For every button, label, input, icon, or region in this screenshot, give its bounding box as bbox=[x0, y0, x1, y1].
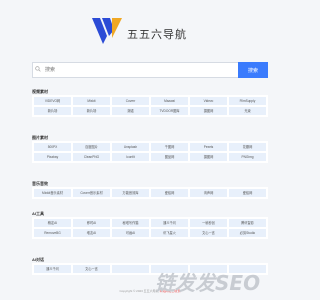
link-cell[interactable]: TVDOOR图库 bbox=[151, 107, 188, 115]
link-cell[interactable]: 新片场 bbox=[73, 107, 110, 115]
link-cell[interactable]: Coverr音乐素材 bbox=[73, 189, 110, 197]
section-title: 图片素材 bbox=[32, 135, 48, 140]
link-cell[interactable]: 爱给网 bbox=[229, 189, 266, 197]
site-title[interactable]: 五五六导航 bbox=[127, 26, 187, 42]
link-cell[interactable]: 秘塔写作猫 bbox=[112, 219, 149, 227]
watermark-logo: 链发发SEO bbox=[155, 271, 260, 295]
site-logo-icon[interactable] bbox=[92, 16, 122, 46]
header: 五五六导航 bbox=[0, 0, 300, 58]
link-cell[interactable]: 文心一言 bbox=[73, 265, 110, 273]
link-cell[interactable]: 讯飞星火 bbox=[151, 229, 188, 237]
section-ai-tools: AI工具 稿定AI 即时AI 秘塔写作猫 通义千问 一帧秒创 腾讯智影 Remo… bbox=[32, 210, 268, 239]
section-title: 音乐音效 bbox=[32, 181, 48, 186]
link-cell[interactable]: VIDEVO网 bbox=[34, 97, 71, 105]
link-cell[interactable]: Pixabay bbox=[34, 153, 71, 161]
link-cell[interactable]: 必剪Studio bbox=[229, 229, 266, 237]
link-cell[interactable]: 万能音效库 bbox=[112, 189, 149, 197]
watermark-text: 链发发SEO bbox=[155, 271, 260, 295]
link-cell[interactable]: 千图网 bbox=[151, 143, 188, 151]
link-cell[interactable]: Iconfit bbox=[112, 153, 149, 161]
link-cell[interactable]: CleanPNG bbox=[73, 153, 110, 161]
footer-copyright: Copyright © 2023 五五六导航 bbox=[119, 289, 159, 293]
link-cell[interactable]: 可画AI bbox=[112, 229, 149, 237]
link-cell[interactable]: Videvo bbox=[190, 97, 227, 105]
link-cell[interactable] bbox=[112, 265, 149, 273]
link-cell[interactable]: 光束 bbox=[229, 107, 266, 115]
link-cell[interactable]: 一帧秒创 bbox=[190, 219, 227, 227]
section-music-sfx: 音乐音效 Mixkit音乐素材 Coverr音乐素材 万能音效库 爱给网 淘声网… bbox=[32, 180, 268, 199]
link-cell[interactable]: 摄图网 bbox=[190, 107, 227, 115]
link-cell[interactable]: 即时AI bbox=[73, 219, 110, 227]
link-cell[interactable]: 腾讯智影 bbox=[229, 219, 266, 227]
section-video-assets: 视频素材 VIDEVO网 Mixkit Coverr Mazwai Videvo… bbox=[32, 88, 268, 117]
link-cell[interactable]: 花瓣网 bbox=[229, 143, 266, 151]
link-cell[interactable]: Mixkit bbox=[73, 97, 110, 105]
link-cell[interactable]: 摄图网 bbox=[190, 153, 227, 161]
link-cell[interactable]: PNGimg bbox=[229, 153, 266, 161]
link-cell[interactable]: 新片场 bbox=[34, 107, 71, 115]
link-cell[interactable]: Pexels bbox=[190, 143, 227, 151]
section-title: AI工具 bbox=[32, 211, 44, 216]
link-cell[interactable]: 潮诺 bbox=[112, 107, 149, 115]
search-icon bbox=[35, 66, 41, 72]
link-cell[interactable]: Coverr bbox=[112, 97, 149, 105]
link-cell[interactable]: 百度图片 bbox=[73, 143, 110, 151]
section-title: 视频素材 bbox=[32, 89, 48, 94]
section-title: AI对话 bbox=[32, 257, 44, 262]
link-cell[interactable]: 爱给网 bbox=[151, 189, 188, 197]
link-cell[interactable]: Mixkit音乐素材 bbox=[34, 189, 71, 197]
link-cell[interactable]: RemoveBG bbox=[34, 229, 71, 237]
link-cell[interactable]: 淘声网 bbox=[190, 189, 227, 197]
link-cell[interactable]: 稿定AI bbox=[34, 219, 71, 227]
search-button[interactable]: 搜索 bbox=[238, 62, 268, 78]
link-cell[interactable]: 堆友AI bbox=[73, 229, 110, 237]
link-cell[interactable]: FilmSupply bbox=[229, 97, 266, 105]
link-cell[interactable]: 通义千问 bbox=[151, 219, 188, 227]
link-cell[interactable]: Mazwai bbox=[151, 97, 188, 105]
link-cell[interactable]: Unsplash bbox=[112, 143, 149, 151]
link-cell[interactable]: 通义千问 bbox=[34, 265, 71, 273]
link-cell[interactable]: 500PX bbox=[34, 143, 71, 151]
link-cell[interactable]: 图品网 bbox=[151, 153, 188, 161]
section-image-assets: 图片素材 500PX 百度图片 Unsplash 千图网 Pexels 花瓣网 … bbox=[32, 134, 268, 163]
link-cell[interactable]: 文心一言 bbox=[190, 229, 227, 237]
search-input[interactable] bbox=[32, 62, 251, 78]
